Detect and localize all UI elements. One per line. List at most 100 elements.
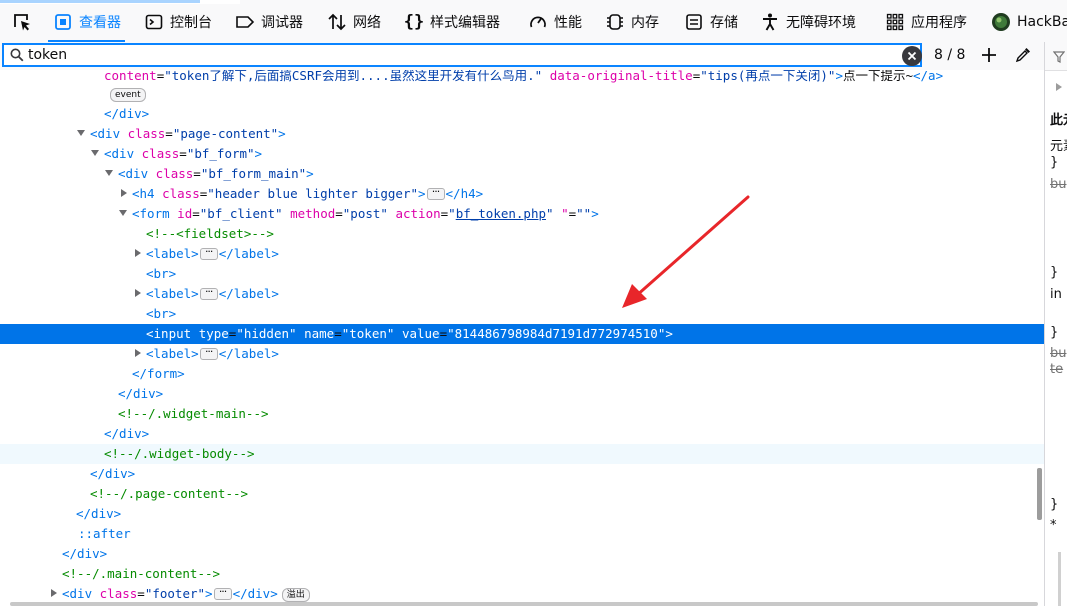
collapsed-content-button[interactable]: ··· — [426, 187, 445, 200]
markup-line[interactable]: <!--/.page-content--> — [0, 484, 1044, 504]
tag-end: > — [306, 166, 314, 181]
collapsed-content-button[interactable]: ··· — [199, 287, 218, 300]
collapsed-content-button[interactable]: ··· — [213, 587, 232, 600]
expand-arrow-icon[interactable] — [1055, 82, 1063, 92]
eyedropper-button[interactable] — [1012, 44, 1034, 66]
expand-toggle-icon[interactable] — [105, 170, 113, 176]
search-clear-button[interactable] — [902, 46, 922, 66]
markup-line[interactable]: <label> ··· </label> — [0, 284, 1044, 304]
tab-debugger[interactable]: 调试器 — [234, 6, 303, 38]
expand-toggle-icon[interactable] — [119, 210, 127, 216]
tab-memory[interactable]: 内存 — [604, 6, 659, 38]
markup-line[interactable]: </div> — [0, 504, 1044, 524]
rule-brace: } — [1050, 325, 1059, 340]
markup-line[interactable]: </div> — [0, 384, 1044, 404]
element-picker-icon — [14, 14, 30, 31]
tab-accessibility[interactable]: 无障碍环境 — [759, 6, 856, 38]
markup-line[interactable]: <label> ··· </label> — [0, 344, 1044, 364]
markup-line[interactable]: <form id="bf_client" method="post" actio… — [0, 204, 1044, 224]
attr-name: class — [127, 126, 166, 141]
tag-name: <input — [146, 326, 192, 341]
expand-toggle-icon[interactable] — [51, 589, 57, 597]
overflow-badge[interactable]: 溢出 — [281, 587, 310, 602]
filter-icon[interactable] — [1053, 51, 1065, 63]
markup-line-selected[interactable]: <input type="hidden" name="token" value=… — [0, 324, 1044, 344]
markup-line[interactable]: <div class="footer"> ··· </div> 溢出 — [0, 584, 1044, 604]
markup-line[interactable]: <br> — [0, 304, 1044, 324]
search-input[interactable] — [28, 46, 888, 64]
rule-property[interactable]: bu — [1050, 177, 1067, 192]
markup-line[interactable]: <div class="page-content"> — [0, 124, 1044, 144]
vertical-scrollbar[interactable] — [1037, 468, 1042, 520]
markup-view: content="token了解下,后面搞CSRF会用到....虽然这里开发有什… — [0, 70, 1044, 606]
search-box[interactable] — [2, 43, 922, 67]
attr-quote: " — [546, 206, 554, 221]
rule-property[interactable]: bu — [1050, 346, 1067, 361]
expand-toggle-icon[interactable] — [135, 289, 141, 297]
markup-line[interactable]: </div> — [0, 104, 1044, 124]
attr-value: "bf_client" — [199, 206, 283, 221]
rules-toolbar — [1045, 42, 1067, 71]
search-icon — [10, 48, 24, 62]
closing-tag: </label> — [218, 286, 279, 301]
horizontal-scrollbar[interactable] — [10, 602, 1038, 606]
application-icon — [884, 11, 906, 33]
element-picker-button[interactable] — [8, 8, 36, 36]
markup-line[interactable]: </div> — [0, 544, 1044, 564]
expand-toggle-icon[interactable] — [77, 130, 85, 136]
tab-console-label: 控制台 — [170, 15, 212, 31]
expand-toggle-icon[interactable] — [135, 349, 141, 357]
expand-toggle-icon[interactable] — [135, 249, 141, 257]
markup-line-hovered[interactable]: <!--/.widget-body--> — [0, 444, 1044, 464]
tab-storage-label: 存储 — [710, 15, 738, 31]
tab-inspector[interactable]: 查看器 — [48, 6, 125, 42]
collapsed-content-button[interactable]: ··· — [199, 347, 218, 360]
attr-name: value — [401, 326, 440, 341]
markup-line[interactable]: <!--<fieldset>--> — [0, 224, 1044, 244]
tab-console[interactable]: 控制台 — [143, 6, 212, 38]
expand-toggle-icon[interactable] — [121, 189, 127, 197]
style-editor-icon: {} — [403, 12, 425, 32]
attr-name: class — [155, 166, 194, 181]
tag-name: <div — [118, 166, 149, 181]
tag-name: <h4 — [132, 186, 155, 201]
rules-panel: 此元 元素 } bu } in } bu te } * — [1044, 42, 1067, 606]
attr-value: "footer" — [144, 586, 206, 601]
markup-line[interactable]: <!--/.widget-main--> — [0, 404, 1044, 424]
add-node-button[interactable] — [978, 44, 1000, 66]
rule-heading: 此元 — [1050, 113, 1067, 128]
collapsed-content-button[interactable]: ··· — [199, 247, 218, 260]
closing-tag: </div> — [90, 466, 136, 481]
attr-value-link[interactable]: bf_token.php — [456, 206, 546, 221]
markup-line[interactable]: <h4 class="header blue lighter bigger"> ·… — [0, 184, 1044, 204]
tab-style-editor[interactable]: {} 样式编辑器 — [403, 6, 500, 38]
tag-name: <div — [62, 586, 93, 601]
expand-toggle-icon[interactable] — [91, 150, 99, 156]
markup-line[interactable]: <div class="bf_form"> — [0, 144, 1044, 164]
markup-line[interactable]: <div class="bf_form_main"> — [0, 164, 1044, 184]
eyedropper-icon — [1015, 48, 1030, 63]
text-node: 点一下提示~ — [842, 70, 913, 83]
attr-value: "" — [576, 206, 592, 221]
rules-scrollbar[interactable] — [1058, 552, 1061, 606]
tab-storage[interactable]: 存储 — [683, 6, 738, 38]
attr-value: "tips(再点一下关闭)" — [700, 70, 836, 83]
event-badge[interactable]: event — [110, 87, 146, 102]
markup-line[interactable]: <br> — [0, 264, 1044, 284]
markup-line[interactable]: </form> — [0, 364, 1044, 384]
tab-hackbar[interactable]: HackBa — [990, 6, 1067, 38]
markup-line[interactable]: </div> — [0, 424, 1044, 444]
markup-line[interactable]: <!--/.main-content--> — [0, 564, 1044, 584]
closing-tag: </div> — [232, 586, 278, 601]
tab-application[interactable]: 应用程序 — [884, 6, 967, 38]
markup-line[interactable]: <label> ··· </label> — [0, 244, 1044, 264]
tab-performance[interactable]: 性能 — [527, 6, 582, 38]
rule-property[interactable]: te — [1050, 362, 1063, 377]
pseudo-element: ::after — [78, 526, 131, 541]
plus-icon — [982, 48, 996, 62]
tab-inspector-label: 查看器 — [79, 15, 121, 31]
markup-line[interactable]: </div> — [0, 464, 1044, 484]
attr-value: "hidden" — [236, 326, 297, 341]
markup-line[interactable]: ::after — [0, 524, 1044, 544]
tab-network[interactable]: 网络 — [326, 6, 381, 38]
